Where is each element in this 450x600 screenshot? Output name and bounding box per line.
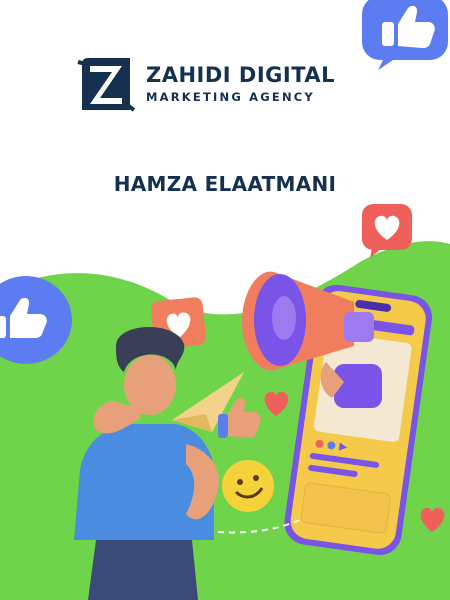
thumbs-up-icon (362, 0, 448, 70)
brand-tagline: MARKETING AGENCY (146, 90, 315, 104)
brand-logo: ZAHIDI DIGITAL MARKETING AGENCY (76, 54, 335, 114)
logo-mark-icon (77, 58, 136, 112)
cover-page: ZAHIDI DIGITAL MARKETING AGENCY HAMZA EL… (0, 0, 450, 600)
logo-text: ZAHIDI DIGITAL MARKETING AGENCY (146, 63, 335, 105)
brand-name: ZAHIDI DIGITAL (146, 63, 336, 87)
author-name: HAMZA ELAATMANI (113, 172, 337, 196)
smiley-icon (222, 460, 274, 512)
